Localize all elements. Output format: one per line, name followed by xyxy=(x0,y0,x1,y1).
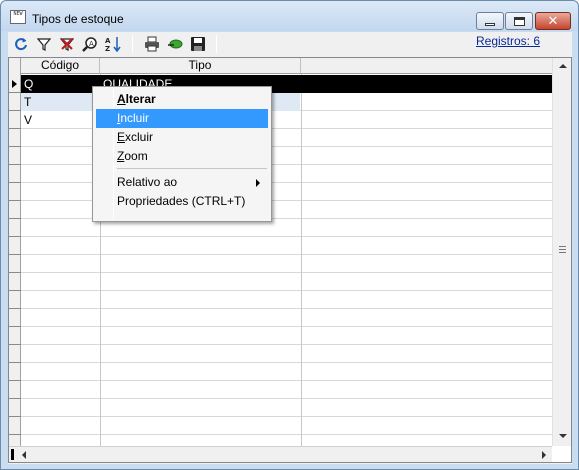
column-header-codigo[interactable]: Código xyxy=(21,58,100,74)
export-icon xyxy=(168,39,183,49)
indicator-row-line xyxy=(9,128,21,129)
indicator-row-line xyxy=(9,380,21,381)
indicator-row-line xyxy=(9,434,21,435)
maximize-button[interactable] xyxy=(505,12,533,30)
indicator-row-line xyxy=(9,182,21,183)
close-button[interactable]: ✕ xyxy=(535,12,571,30)
menu-separator xyxy=(117,168,267,169)
menu-item-alterar[interactable]: Alterar xyxy=(96,90,268,109)
window-title: Tipos de estoque xyxy=(32,12,124,26)
row-indicator-column xyxy=(9,58,21,462)
scroll-right-icon[interactable] xyxy=(542,451,546,459)
indicator-row-line xyxy=(9,290,21,291)
indicator-row-line xyxy=(9,200,21,201)
toolbar-separator xyxy=(132,35,133,53)
indicator-row-line xyxy=(9,272,21,273)
menu-item-relativo-ao[interactable]: Relativo ao xyxy=(96,173,268,192)
scroll-grip-icon[interactable] xyxy=(559,246,566,253)
indicator-row-line xyxy=(9,164,21,165)
menu-item-incluir[interactable]: Incluir xyxy=(96,109,268,128)
app-icon-text: NEW xyxy=(13,11,23,17)
menu-item-excluir[interactable]: Excluir xyxy=(96,128,268,147)
print-icon xyxy=(145,36,159,52)
app-icon[interactable]: NEW xyxy=(10,10,26,24)
indicator-row-line xyxy=(9,92,21,93)
title-bar[interactable]: NEW Tipos de estoque ✕ xyxy=(1,1,578,31)
svg-text:Z: Z xyxy=(105,45,110,52)
scroll-left-icon[interactable] xyxy=(22,451,26,459)
toolbar-separator xyxy=(216,35,217,53)
scroll-up-icon[interactable] xyxy=(559,64,567,68)
indicator-row-line xyxy=(9,416,21,417)
refresh-icon xyxy=(15,38,27,51)
current-row-arrow-icon xyxy=(12,80,17,88)
indicator-row-line xyxy=(9,362,21,363)
indicator-row-line xyxy=(9,344,21,345)
svg-text:A: A xyxy=(89,40,94,48)
search-icon: A xyxy=(82,37,97,52)
sort-icon: AZ xyxy=(105,37,121,52)
window: NEW Tipos de estoque ✕ A AZ Registros: 6… xyxy=(0,0,579,470)
grid-column-line xyxy=(301,74,302,446)
save-icon xyxy=(191,37,205,51)
record-count-link[interactable]: Registros: 6 xyxy=(476,34,540,48)
minimize-icon xyxy=(485,22,495,26)
sort-button[interactable]: AZ xyxy=(104,35,122,53)
column-header-empty xyxy=(301,58,552,74)
indicator-row-line xyxy=(9,218,21,219)
search-button[interactable]: A xyxy=(81,35,99,53)
minimize-button[interactable] xyxy=(476,12,504,30)
toolbar: A AZ Registros: 6 xyxy=(8,32,572,56)
svg-text:A: A xyxy=(105,37,111,45)
cell-codigo: Q xyxy=(24,77,34,91)
export-button[interactable] xyxy=(166,35,184,53)
cell-codigo: V xyxy=(24,113,33,127)
indicator-row-line xyxy=(9,146,21,147)
indicator-row-line xyxy=(9,254,21,255)
cell-codigo: T xyxy=(24,95,32,109)
menu-item-zoom[interactable]: Zoom xyxy=(96,147,268,166)
indicator-row-line xyxy=(9,326,21,327)
menu-item-propriedades[interactable]: Propriedades (CTRL+T) xyxy=(96,192,268,211)
filter-icon xyxy=(37,38,51,51)
print-button[interactable] xyxy=(143,35,161,53)
clear-filter-button[interactable] xyxy=(58,35,76,53)
scroll-thumb[interactable] xyxy=(11,449,14,460)
close-icon: ✕ xyxy=(547,13,559,29)
context-menu: Alterar Incluir Excluir Zoom Relativo ao… xyxy=(92,86,272,222)
indicator-row-line xyxy=(9,398,21,399)
indicator-row-line xyxy=(9,308,21,309)
save-button[interactable] xyxy=(189,35,207,53)
indicator-row-line xyxy=(9,110,21,111)
column-header-tipo[interactable]: Tipo xyxy=(100,58,301,74)
indicator-row-line xyxy=(9,236,21,237)
submenu-arrow-icon xyxy=(256,179,260,187)
filter-button[interactable] xyxy=(35,35,53,53)
vertical-scrollbar[interactable] xyxy=(552,58,571,446)
refresh-button[interactable] xyxy=(12,35,30,53)
maximize-icon xyxy=(513,16,525,26)
clear-filter-icon xyxy=(60,38,74,51)
horizontal-scrollbar[interactable] xyxy=(9,446,552,462)
scroll-down-icon[interactable] xyxy=(559,434,567,438)
